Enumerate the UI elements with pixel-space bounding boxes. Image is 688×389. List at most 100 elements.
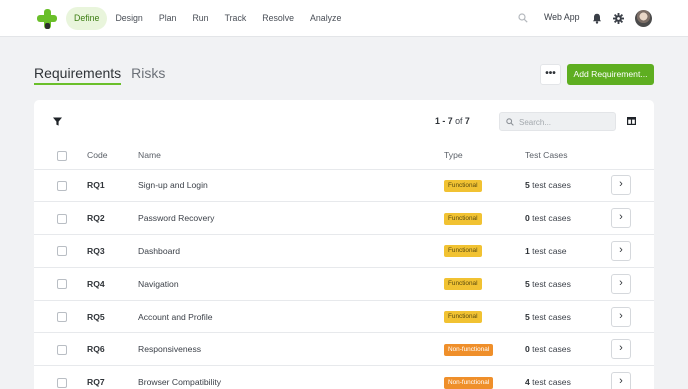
nav-item-plan[interactable]: Plan (151, 7, 185, 30)
app-logo[interactable] (37, 9, 57, 29)
row-test-cases: 5 test cases (525, 266, 611, 301)
table-row[interactable]: RQ7 Browser Compatibility Non-functional… (34, 365, 654, 389)
row-test-cases: 0 test cases (525, 332, 611, 366)
select-all-checkbox[interactable] (57, 150, 67, 161)
test-case-count: 0 (525, 213, 530, 224)
chevron-right-icon: › (619, 243, 623, 256)
table-row[interactable]: RQ6 Responsiveness Non-functional 0 test… (34, 332, 654, 366)
nav-item-design[interactable]: Design (107, 7, 150, 30)
row-name: Password Recovery (138, 201, 444, 235)
top-navigation-bar: Define Design Plan Run Track Resolve Ana… (0, 0, 688, 37)
row-test-cases: 0 test cases (525, 201, 611, 235)
nav-item-run[interactable]: Run (184, 7, 216, 30)
type-badge: Functional (444, 278, 482, 291)
type-badge: Functional (444, 311, 482, 324)
header-name[interactable]: Name (138, 142, 444, 169)
table-row[interactable]: RQ3 Dashboard Functional 1 test case › (34, 234, 654, 268)
test-case-count: 4 (525, 377, 530, 388)
table-header-row: Code Name Type Test Cases (34, 142, 654, 169)
row-test-cases: 5 test cases (525, 168, 611, 202)
tab-risks[interactable]: Risks (131, 65, 165, 85)
chevron-right-icon: › (619, 375, 623, 388)
open-row-button[interactable]: › (611, 240, 631, 261)
table-row[interactable]: RQ5 Account and Profile Functional 5 tes… (34, 299, 654, 333)
test-case-label: test cases (532, 180, 571, 191)
filter-icon[interactable] (53, 117, 62, 126)
nav-item-resolve[interactable]: Resolve (254, 7, 302, 30)
chevron-right-icon: › (619, 342, 623, 355)
chevron-right-icon: › (619, 309, 623, 322)
row-checkbox[interactable] (57, 246, 67, 257)
type-badge: Functional (444, 245, 482, 258)
pagination-info: 1 - 7 of 7 (435, 116, 470, 126)
test-case-label: test cases (532, 278, 571, 289)
row-checkbox[interactable] (57, 377, 67, 388)
row-code: RQ1 (87, 168, 138, 202)
test-case-count: 5 (525, 180, 530, 191)
search-input[interactable] (519, 115, 611, 129)
open-row-button[interactable]: › (611, 208, 631, 229)
row-checkbox[interactable] (57, 213, 67, 224)
test-case-label: test cases (532, 213, 571, 224)
test-case-label: test cases (532, 377, 571, 388)
row-code: RQ7 (87, 365, 138, 389)
type-badge: Functional (444, 179, 482, 192)
open-row-button[interactable]: › (611, 273, 631, 294)
row-test-cases: 5 test cases (525, 299, 611, 333)
row-test-cases: 4 test cases (525, 365, 611, 389)
test-case-label: test case (532, 245, 567, 256)
open-row-button[interactable]: › (611, 372, 631, 389)
table-row[interactable]: RQ1 Sign-up and Login Functional 5 test … (34, 168, 654, 202)
main-nav: Define Design Plan Run Track Resolve Ana… (66, 7, 349, 30)
header-code[interactable]: Code (87, 142, 138, 169)
header-test-cases[interactable]: Test Cases (525, 142, 611, 169)
columns-icon[interactable] (627, 117, 636, 125)
pager-range: 1 - 7 (435, 116, 453, 126)
nav-item-analyze[interactable]: Analyze (302, 7, 349, 30)
add-requirement-button[interactable]: Add Requirement... (567, 64, 654, 85)
table-row[interactable]: RQ4 Navigation Functional 5 test cases › (34, 266, 654, 301)
test-case-label: test cases (532, 344, 571, 355)
row-code: RQ2 (87, 201, 138, 235)
gear-icon[interactable] (613, 13, 624, 24)
requirements-table: Code Name Type Test Cases RQ1 Sign-up an… (34, 142, 654, 389)
row-name: Navigation (138, 266, 444, 301)
bell-icon[interactable] (592, 13, 602, 24)
search-icon[interactable] (518, 13, 528, 23)
chevron-right-icon: › (619, 178, 623, 191)
open-row-button[interactable]: › (611, 306, 631, 327)
row-name: Dashboard (138, 234, 444, 268)
nav-item-define[interactable]: Define (66, 7, 108, 30)
chevron-right-icon: › (619, 211, 623, 224)
test-case-count: 5 (525, 311, 530, 322)
requirements-card: 1 - 7 of 7 Code Name Type Test Cases (34, 100, 654, 389)
row-checkbox[interactable] (57, 311, 67, 322)
test-case-count: 1 (525, 245, 530, 256)
type-badge: Non-functional (444, 376, 494, 389)
pager-of: of (455, 116, 463, 126)
more-options-button[interactable]: ••• (540, 64, 561, 85)
tab-requirements[interactable]: Requirements (34, 65, 122, 85)
row-name: Sign-up and Login (138, 168, 444, 202)
search-box[interactable] (499, 112, 616, 131)
header-type[interactable]: Type (444, 142, 525, 169)
select-all-cell (34, 142, 87, 169)
row-test-cases: 1 test case (525, 234, 611, 268)
table-row[interactable]: RQ2 Password Recovery Functional 0 test … (34, 201, 654, 235)
row-checkbox[interactable] (57, 279, 67, 290)
header-actions (611, 142, 654, 169)
test-case-count: 5 (525, 278, 530, 289)
web-app-link[interactable]: Web App (544, 12, 580, 22)
open-row-button[interactable]: › (611, 339, 631, 360)
avatar[interactable] (635, 10, 652, 27)
row-checkbox[interactable] (57, 344, 67, 355)
row-checkbox[interactable] (57, 180, 67, 191)
row-code: RQ5 (87, 299, 138, 333)
nav-item-track[interactable]: Track (217, 7, 255, 30)
open-row-button[interactable]: › (611, 175, 631, 196)
search-icon (506, 118, 514, 126)
type-badge: Non-functional (444, 343, 494, 356)
page-tabs: Requirements Risks (34, 65, 175, 85)
row-name: Browser Compatibility (138, 365, 444, 389)
pager-total: 7 (464, 116, 470, 126)
